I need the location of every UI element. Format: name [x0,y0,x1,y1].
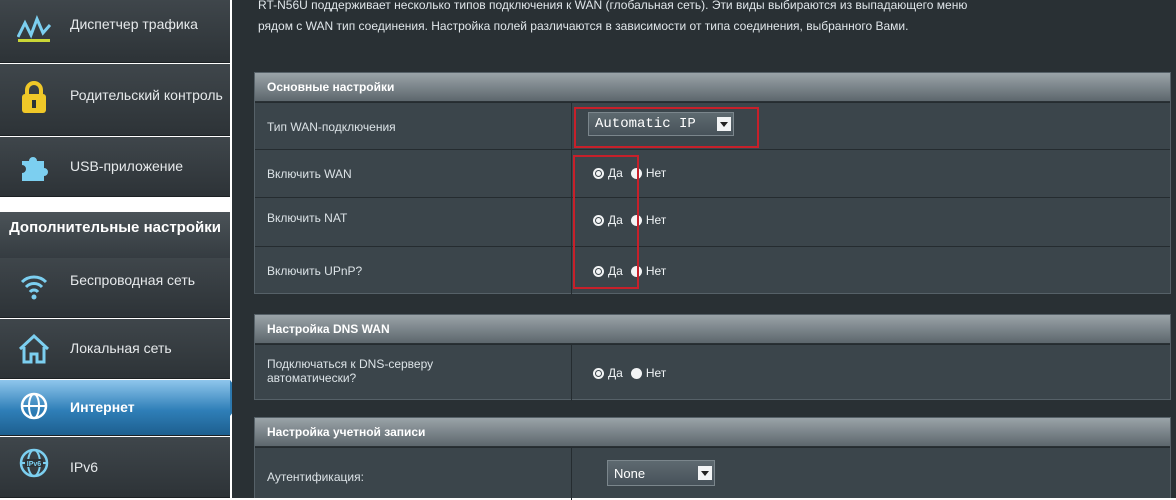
dns-auto-no-radio[interactable]: Нет [630,366,667,380]
wan-type-row: Тип WAN-подключения Automatic IP [255,102,1170,149]
radio-selected-icon [593,367,604,379]
radio-yes-label: Да [608,166,623,180]
sidebar-item-wireless[interactable]: Беспроводная сеть [0,258,230,318]
sidebar: Диспетчер трафика Родительский контроль … [0,0,244,498]
radio-no-label: Нет [645,213,667,227]
sidebar-item-traffic-manager[interactable]: Диспетчер трафика [0,0,230,63]
enable-wan-row: Включить WAN Да Нет [255,149,1170,197]
column-divider [571,150,572,197]
intro-line: RT-N56U поддерживает несколько типов под… [258,0,968,12]
enable-upnp-no-radio[interactable]: Нет [630,264,667,278]
sidebar-section-header: Дополнительные настройки [0,212,230,258]
dns-auto-row: Подключаться к DNS-серверу автоматически… [255,344,1170,401]
radio-no-label: Нет [645,264,667,278]
sidebar-item-label: Родительский контроль [70,87,223,103]
enable-wan-radio-group: Да Нет [593,166,674,180]
column-divider [571,198,572,246]
sidebar-item-usb-app[interactable]: USB-приложение [0,137,230,197]
dns-auto-label: Подключаться к DNS-серверу автоматически… [267,357,434,385]
intro-text: RT-N56U поддерживает несколько типов под… [258,0,1170,37]
auth-value: None [614,465,646,481]
auth-row: Аутентификация: None [255,447,1170,500]
radio-selected-icon [593,214,604,226]
section-title: Настройка учетной записи [255,418,1170,447]
column-divider [571,103,572,149]
radio-yes-label: Да [608,264,623,278]
enable-upnp-row: Включить UPnP? Да Нет [255,246,1170,295]
column-divider [571,345,572,401]
enable-wan-label: Включить WAN [267,167,352,181]
enable-upnp-radio-group: Да Нет [593,264,674,278]
chevron-down-icon [698,466,712,480]
wan-type-select[interactable]: Automatic IP [588,112,734,136]
radio-yes-label: Да [608,213,623,227]
sidebar-item-label: Интернет [70,399,135,415]
radio-selected-icon [593,167,604,179]
radio-unselected-icon [630,265,642,277]
sidebar-item-lan[interactable]: Локальная сеть [0,319,230,379]
sidebar-item-label: Диспетчер трафика [70,16,198,32]
radio-selected-icon [593,265,604,277]
radio-unselected-icon [630,167,642,179]
sidebar-item-label: Беспроводная сеть [70,272,196,288]
sidebar-item-internet[interactable]: Интернет [0,380,230,436]
dns-settings-section: Настройка DNS WAN Подключаться к DNS-сер… [254,314,1171,401]
radio-unselected-icon [630,214,642,226]
auth-label: Аутентификация: [267,470,364,484]
column-divider [571,448,572,500]
sidebar-item-label: USB-приложение [70,158,184,174]
sidebar-item-label: IPv6 [70,459,99,475]
section-title: Основные настройки [255,73,1170,102]
enable-upnp-yes-radio[interactable]: Да [593,264,623,278]
auth-select[interactable]: None [607,460,715,486]
main-content: RT-N56U поддерживает несколько типов под… [232,0,1176,500]
enable-nat-no-radio[interactable]: Нет [630,213,667,227]
globe-icon [14,386,54,426]
sidebar-item-ipv6[interactable]: IPv6 IPv6 [0,437,230,498]
sidebar-item-label: Локальная сеть [70,340,172,356]
enable-upnp-label: Включить UPnP? [267,264,363,278]
wan-type-value: Automatic IP [595,116,696,132]
dns-auto-radio-group: Да Нет [593,366,674,380]
enable-wan-no-radio[interactable]: Нет [630,166,667,180]
wan-type-label: Тип WAN-подключения [267,120,396,134]
svg-text:IPv6: IPv6 [27,461,42,468]
radio-no-label: Нет [645,166,667,180]
enable-nat-label: Включить NAT [267,211,348,225]
home-icon [14,329,54,369]
radio-unselected-icon [630,367,642,379]
puzzle-icon [14,147,54,187]
account-settings-section: Настройка учетной записи Аутентификация:… [254,417,1171,500]
column-divider [571,247,572,295]
basic-settings-section: Основные настройки Тип WAN-подключения A… [254,72,1171,295]
radio-no-label: Нет [645,366,667,380]
intro-line: рядом с WAN тип соединения. Настройка по… [258,19,909,33]
lock-icon [14,78,54,118]
wifi-icon [14,266,54,306]
section-title: Настройка DNS WAN [255,315,1170,344]
dns-auto-yes-radio[interactable]: Да [593,366,623,380]
enable-nat-row: Включить NAT Да Нет [255,197,1170,246]
chevron-down-icon [717,117,731,131]
traffic-manager-icon [14,10,54,50]
radio-yes-label: Да [608,366,623,380]
enable-wan-yes-radio[interactable]: Да [593,166,623,180]
sidebar-item-parental-control[interactable]: Родительский контроль [0,64,230,136]
enable-nat-radio-group: Да Нет [593,213,674,227]
ipv6-globe-icon: IPv6 [14,443,54,483]
enable-nat-yes-radio[interactable]: Да [593,213,623,227]
